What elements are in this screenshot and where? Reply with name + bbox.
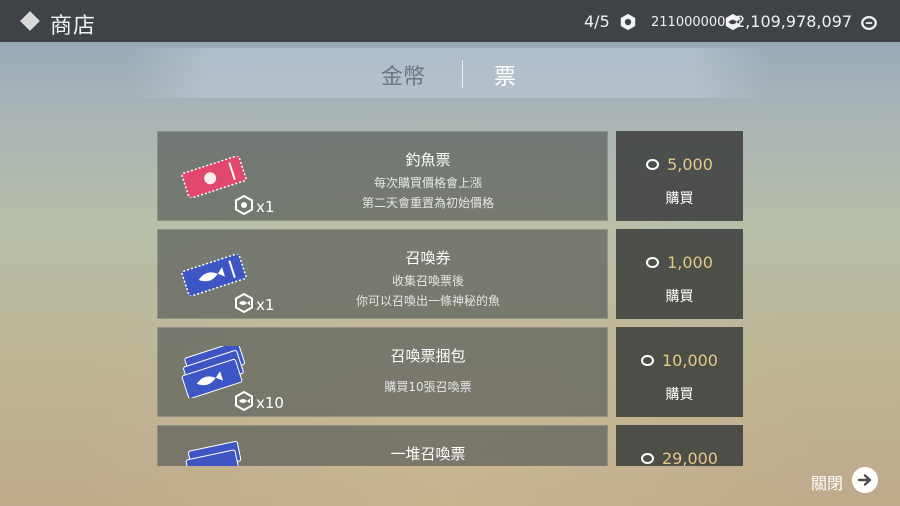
item-description-line2: 你可以召喚出一條神秘的魚 bbox=[355, 294, 500, 308]
top-bar: 商店 4/5 211000000 2,109,978,097 bbox=[0, 0, 900, 42]
item-list[interactable]: x1 釣魚票 每次購買價格會上漲 第二天會重置為初始價格 5,000 購買 x1… bbox=[157, 131, 747, 466]
item-price: 1,000 bbox=[616, 253, 743, 272]
arrow-right-icon[interactable] bbox=[852, 467, 878, 493]
item-name: 釣魚票 bbox=[405, 151, 451, 169]
list-item: x10 召喚票捆包 購買10張召喚票 10,000 購買 bbox=[157, 327, 747, 417]
item-panel[interactable]: 一堆召喚票 bbox=[157, 425, 608, 466]
buy-button[interactable]: 10,000 購買 bbox=[616, 327, 743, 417]
tab-coins[interactable]: 金幣 bbox=[381, 59, 425, 91]
item-description-line1: 每次購買價格會上漲 bbox=[373, 176, 482, 190]
buy-button[interactable]: 1,000 購買 bbox=[616, 229, 743, 319]
list-item: x1 召喚券 收集召喚票後 你可以召喚出一條神秘的魚 1,000 購買 bbox=[157, 229, 747, 319]
price-value: 1,000 bbox=[667, 253, 713, 272]
item-description-line1: 購買10張召喚票 bbox=[384, 380, 472, 394]
tab-tickets[interactable]: 票 bbox=[494, 59, 516, 91]
price-value: 29,000 bbox=[662, 449, 718, 466]
item-description-line1: 收集召喚票後 bbox=[391, 274, 464, 288]
page-title: 商店 bbox=[50, 14, 97, 39]
back-diamond-icon[interactable] bbox=[20, 11, 40, 31]
coin-icon bbox=[641, 355, 654, 366]
list-item: x1 釣魚票 每次購買價格會上漲 第二天會重置為初始價格 5,000 購買 bbox=[157, 131, 747, 221]
item-panel[interactable]: x1 召喚券 收集召喚票後 你可以召喚出一條神秘的魚 bbox=[157, 229, 608, 319]
tab-strip: 金幣 票 bbox=[130, 48, 770, 98]
price-value: 5,000 bbox=[667, 155, 713, 174]
item-price: 29,000 bbox=[616, 449, 743, 466]
buy-button[interactable]: 5,000 購買 bbox=[616, 131, 743, 221]
item-price: 10,000 bbox=[616, 351, 743, 370]
item-panel[interactable]: x10 召喚票捆包 購買10張召喚票 bbox=[157, 327, 608, 417]
coin-icon bbox=[641, 453, 654, 464]
summon-ticket-icon bbox=[181, 254, 247, 296]
item-name: 召喚券 bbox=[405, 249, 451, 267]
item-price: 5,000 bbox=[616, 155, 743, 174]
item-panel[interactable]: x1 釣魚票 每次購買價格會上漲 第二天會重置為初始價格 bbox=[157, 131, 608, 221]
energy-counter: 4/5 bbox=[584, 12, 610, 31]
coin-count: 2,109,978,097 bbox=[735, 12, 853, 31]
item-name: 召喚票捆包 bbox=[390, 347, 466, 365]
item-description-line2: 第二天會重置為初始價格 bbox=[361, 196, 494, 210]
fish-hex-icon bbox=[235, 391, 253, 411]
price-value: 10,000 bbox=[662, 351, 718, 370]
buy-button[interactable]: 29,000 購買 bbox=[616, 425, 743, 466]
gem-hex-icon bbox=[235, 195, 253, 215]
gem-hex-icon bbox=[620, 13, 636, 31]
fish-hex-icon bbox=[235, 293, 253, 313]
tab-divider bbox=[462, 60, 463, 88]
fishing-ticket-icon bbox=[181, 156, 247, 198]
item-quantity: x10 bbox=[256, 394, 284, 412]
buy-label: 購買 bbox=[665, 289, 694, 305]
item-name: 一堆召喚票 bbox=[390, 445, 466, 463]
close-label[interactable]: 關閉 bbox=[811, 470, 843, 494]
item-quantity: x1 bbox=[256, 198, 275, 216]
premium-currency-count: 211000000 bbox=[651, 15, 726, 30]
item-quantity: x1 bbox=[256, 296, 275, 314]
buy-label: 購買 bbox=[665, 191, 694, 207]
list-item: 一堆召喚票 29,000 購買 bbox=[157, 425, 747, 466]
coin-icon bbox=[646, 159, 660, 170]
summon-ticket-pile-icon bbox=[185, 440, 242, 466]
coin-icon bbox=[861, 16, 877, 30]
coin-icon bbox=[646, 257, 660, 268]
buy-label: 購買 bbox=[665, 387, 694, 403]
